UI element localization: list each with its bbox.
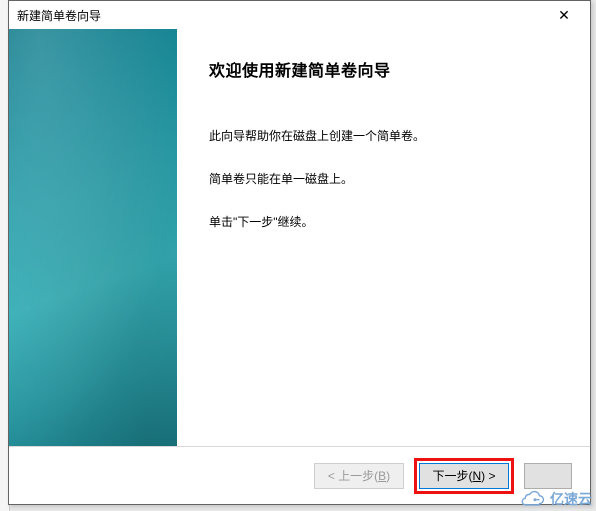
back-button-suffix: ) xyxy=(386,469,390,483)
back-button: < 上一步(B) xyxy=(314,463,404,489)
dialog-title: 新建简单卷向导 xyxy=(17,7,101,24)
next-button-prefix: 下一步( xyxy=(432,467,472,484)
next-button-accel: N xyxy=(472,469,481,483)
next-button-suffix: ) > xyxy=(481,469,495,483)
wizard-paragraph-2: 简单卷只能在单一磁盘上。 xyxy=(209,170,560,189)
extra-button[interactable] xyxy=(524,463,572,489)
back-button-accel: B xyxy=(378,469,386,483)
wizard-paragraph-1: 此向导帮助你在磁盘上创建一个简单卷。 xyxy=(209,127,560,146)
wizard-sidebar-image xyxy=(9,29,177,446)
wizard-content: 欢迎使用新建简单卷向导 此向导帮助你在磁盘上创建一个简单卷。 简单卷只能在单一磁… xyxy=(177,29,590,446)
wizard-heading: 欢迎使用新建简单卷向导 xyxy=(209,57,560,81)
back-button-prefix: < 上一步( xyxy=(328,467,378,484)
close-icon: ✕ xyxy=(558,7,570,24)
wizard-dialog: 新建简单卷向导 ✕ 欢迎使用新建简单卷向导 此向导帮助你在磁盘上创建一个简单卷。… xyxy=(8,0,591,505)
next-button-highlight: 下一步(N) > xyxy=(414,458,514,494)
next-button[interactable]: 下一步(N) > xyxy=(419,463,509,489)
titlebar: 新建简单卷向导 ✕ xyxy=(9,1,590,29)
close-button[interactable]: ✕ xyxy=(544,3,584,27)
dialog-footer: < 上一步(B) 下一步(N) > xyxy=(9,446,590,504)
wizard-paragraph-3: 单击"下一步"继续。 xyxy=(209,213,560,232)
dialog-body: 欢迎使用新建简单卷向导 此向导帮助你在磁盘上创建一个简单卷。 简单卷只能在单一磁… xyxy=(9,29,590,446)
